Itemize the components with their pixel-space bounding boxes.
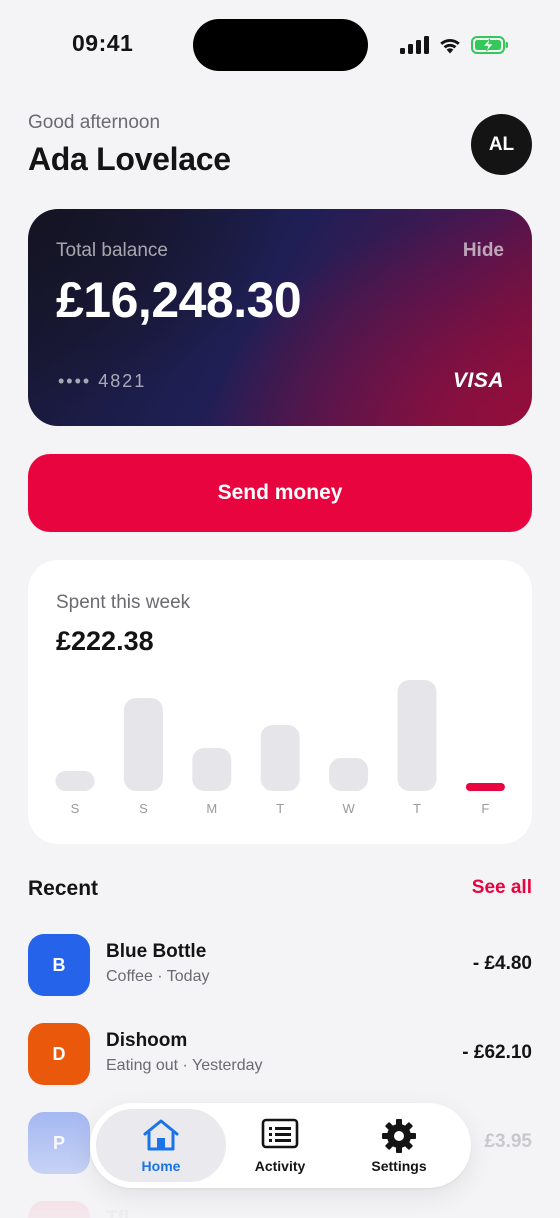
merchant-initial: D [52,1043,66,1064]
send-money-button[interactable]: Send money [28,454,532,532]
tab-settings-label: Settings [371,1158,427,1174]
status-icons [400,34,509,56]
tab-activity-label: Activity [254,1158,306,1174]
send-money-label: Send money [217,481,343,504]
chart-day-label: W [342,801,355,816]
chart-day-label: M [206,801,217,816]
cellular-signal-icon [400,36,429,54]
see-all-link[interactable]: See all [472,877,532,899]
chart-bar [192,748,232,791]
user-name: Ada Lovelace [28,141,231,177]
transaction-amount: - £4.80 [472,953,532,974]
chart-day-label: T [413,801,421,816]
chart-bar [329,758,369,791]
avatar[interactable]: AL [471,114,532,175]
transaction-row[interactable]: Tfl [28,1201,532,1218]
tab-home-label: Home [141,1158,181,1174]
chart-bar [397,680,437,791]
tab-settings[interactable]: Settings [339,1103,459,1188]
home-screen: 09:41 Good afternoon Ada Lovelace AL Tot… [0,0,560,1218]
weekly-spending-chart: SSMTWTF [55,680,505,816]
transaction-amount: - £62.10 [462,1042,532,1063]
dynamic-island [193,19,368,71]
transaction-row[interactable]: D Dishoom Eating out · Yesterday - £62.1… [28,1023,532,1085]
transaction-row[interactable]: B Blue Bottle Coffee · Today - £4.80 [28,934,532,996]
card-brand-logo: VISA [452,369,504,392]
status-bar: 09:41 [0,0,560,90]
chart-day-label: T [276,801,284,816]
recent-title: Recent [28,877,99,900]
transaction-meta: Coffee · Today [106,968,210,985]
merchant-avatar: P [28,1112,90,1174]
merchant-avatar [28,1201,90,1218]
status-time: 09:41 [72,30,134,56]
chart-bar [123,698,163,791]
chart-day-label: F [481,801,489,816]
merchant-initial: B [52,954,66,975]
merchant-name: Blue Bottle [106,941,207,962]
balance-amount: £16,248.30 [56,272,302,328]
chart-bar [260,725,300,791]
tab-activity[interactable]: Activity [220,1103,340,1188]
chart-day-label: S [139,801,148,816]
avatar-initials: AL [488,133,515,155]
balance-card: Total balance Hide £16,248.30 •••• 4821 … [28,209,532,426]
merchant-name: Dishoom [106,1030,188,1051]
tab-home[interactable]: Home [101,1103,221,1188]
merchant-initial: P [52,1132,65,1153]
weekly-spending-card: Spent this week £222.38 SSMTWTF [28,560,532,844]
gear-icon [382,1119,416,1153]
hide-balance-button[interactable]: Hide [463,240,504,262]
transaction-meta: Eating out · Yesterday [106,1057,263,1074]
card-number: •••• 4821 [58,371,147,391]
wifi-icon [440,38,460,54]
merchant-avatar: B [28,934,90,996]
tab-bar: Home Activity Settings [90,1103,471,1188]
merchant-avatar: D [28,1023,90,1085]
balance-label: Total balance [56,240,168,261]
greeting-text: Good afternoon [28,112,161,133]
chart-bar [55,771,95,791]
home-icon [143,1119,179,1151]
activity-icon [261,1118,299,1149]
merchant-name: Tfl [106,1208,129,1218]
chart-bar [465,783,505,791]
battery-charging-icon [471,36,508,54]
chart-day-label: S [71,801,80,816]
transaction-amount: £3.95 [484,1131,532,1152]
